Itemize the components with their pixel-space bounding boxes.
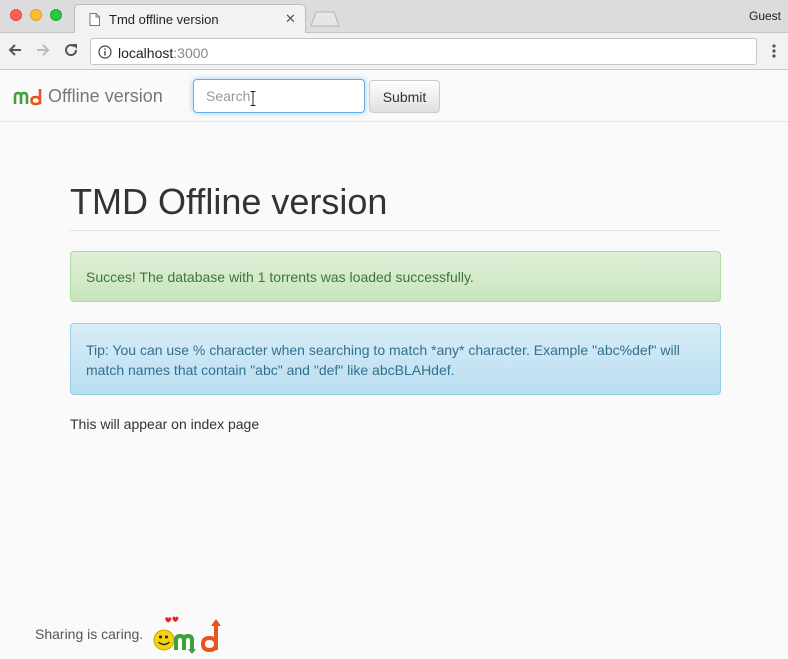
url-port: :3000 [173,45,209,61]
info-icon[interactable] [98,45,112,59]
tmd-mascot-logo-icon [153,616,221,654]
url-host: localhost [118,45,174,61]
address-bar[interactable]: localhost:3000 [90,38,757,65]
title-divider [70,230,721,231]
back-arrow-icon[interactable] [6,41,24,59]
submit-button[interactable]: Submit [369,80,440,113]
brand-text[interactable]: Offline version [48,86,163,107]
search-input[interactable] [193,79,365,113]
close-window-button[interactable] [10,9,22,21]
site-navbar: Offline version Submit [0,71,788,122]
forward-arrow-icon[interactable] [34,41,52,59]
url-text: localhost:3000 [118,45,208,61]
info-alert: Tip: You can use % character when search… [70,323,721,395]
page-icon [89,13,100,26]
tab-title: Tmd offline version [109,12,219,27]
footer-text: Sharing is caring. [35,626,144,642]
profile-label[interactable]: Guest [749,9,781,23]
minimize-window-button[interactable] [30,9,42,21]
tab-close-icon[interactable]: ✕ [285,11,296,27]
success-alert: Succes! The database with 1 torrents was… [70,251,721,302]
new-tab-button[interactable] [310,11,340,27]
browser-titlebar: Tmd offline version ✕ Guest [0,0,788,34]
browser-menu-icon[interactable] [769,43,779,59]
browser-tab[interactable]: Tmd offline version ✕ [74,4,306,34]
maximize-window-button[interactable] [50,9,62,21]
index-page-text: This will appear on index page [70,416,260,432]
reload-icon[interactable] [62,41,80,59]
text-cursor-icon [250,91,256,106]
page-title: TMD Offline version [70,181,388,222]
tmd-logo-icon[interactable] [13,88,43,106]
browser-toolbar: localhost:3000 [0,33,788,70]
